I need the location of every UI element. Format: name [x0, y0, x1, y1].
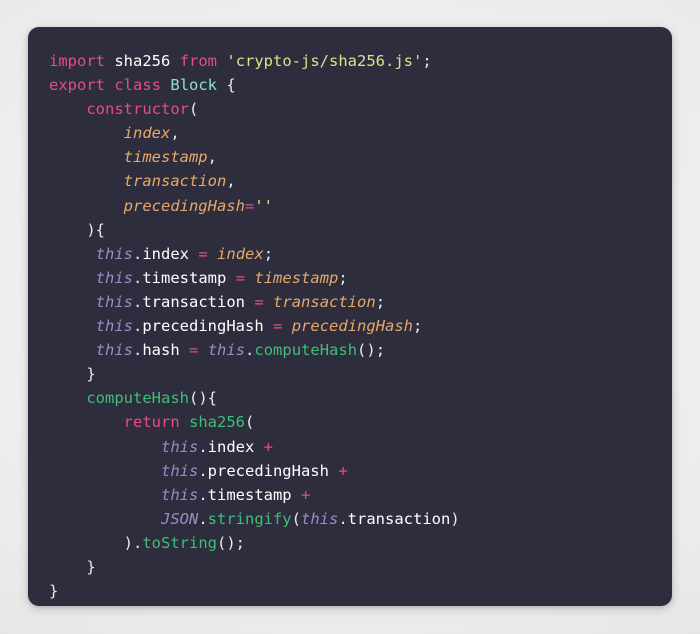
code-line: ){	[86, 220, 105, 239]
code-line: import sha256 from 'crypto-js/sha256.js'…	[49, 52, 432, 70]
code-line: JSON.stringify(this.transaction)	[160, 509, 460, 528]
code-line: }	[49, 582, 59, 601]
code-line: constructor(	[86, 100, 199, 119]
code-line: export class Block {	[49, 76, 236, 95]
code-line: this.timestamp +	[160, 485, 311, 504]
code-snippet-card: import sha256 from 'crypto-js/sha256.js'…	[28, 27, 672, 606]
code-line: precedingHash=''	[123, 196, 273, 215]
code-line: this.transaction = transaction;	[95, 292, 386, 311]
code-line: this.index +	[160, 437, 274, 456]
code-line: }	[86, 365, 96, 384]
code-line: ).toString();	[123, 533, 245, 552]
code-line: this.timestamp = timestamp;	[95, 268, 348, 287]
code-block[interactable]: import sha256 from 'crypto-js/sha256.js'…	[49, 49, 664, 603]
code-line: this.precedingHash +	[160, 461, 348, 480]
code-line: }	[86, 557, 96, 576]
code-line: this.hash = this.computeHash();	[95, 341, 386, 360]
code-line: index,	[123, 124, 180, 143]
code-line: timestamp,	[123, 148, 217, 167]
code-body: import sha256 from 'crypto-js/sha256.js'…	[49, 49, 664, 600]
code-line: this.precedingHash = precedingHash;	[95, 317, 423, 336]
code-line: transaction,	[123, 172, 236, 191]
code-line: return sha256(	[123, 413, 255, 432]
code-line: this.index = index;	[95, 244, 274, 263]
code-line: computeHash(){	[86, 389, 217, 408]
